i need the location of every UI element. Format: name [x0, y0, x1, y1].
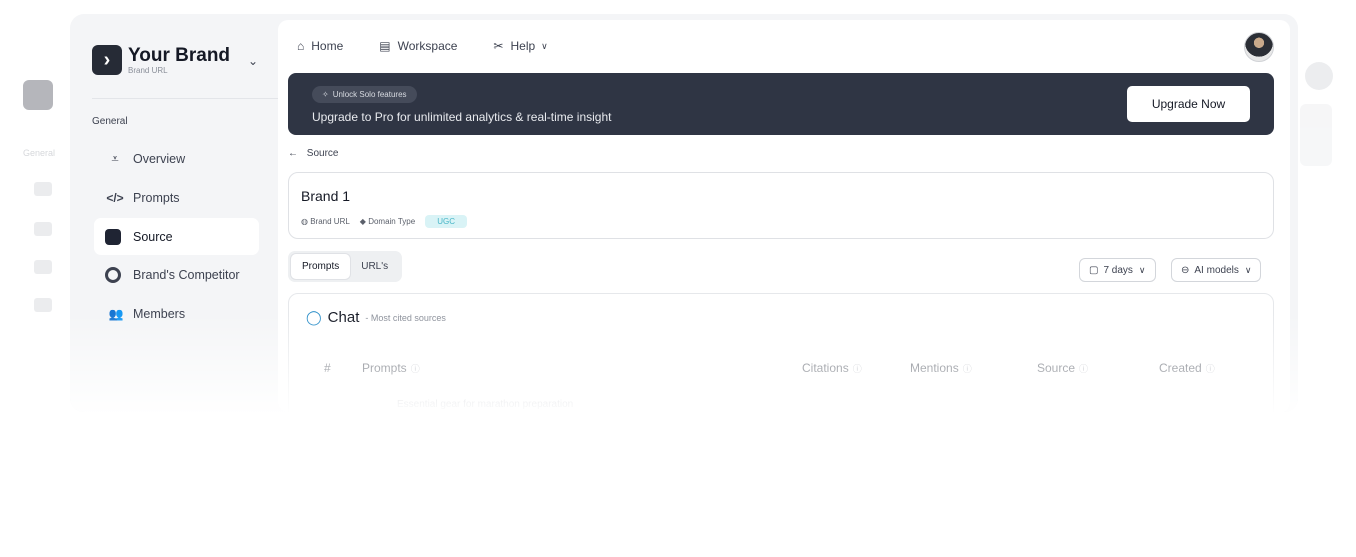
nav-help-menu[interactable]: ✂ Help ∨ — [493, 39, 547, 53]
sidebar-section-label: General — [92, 116, 128, 127]
view-tabs: Prompts URL's — [288, 251, 403, 282]
ghost-logo-icon — [23, 80, 53, 110]
ai-models-filter-label: AI models — [1194, 264, 1239, 276]
info-icon: ⓘ — [410, 364, 420, 374]
sidebar-item-overview[interactable]: ⩡ Overview — [94, 140, 259, 177]
chat-subtitle: - Most cited sources — [365, 312, 446, 323]
chat-header: ◯ Chat - Most cited sources — [306, 309, 446, 326]
nav-help-label: Help — [510, 39, 536, 53]
tag-icon: ◆ — [359, 217, 366, 226]
nav-workspace-label: Workspace — [397, 39, 458, 53]
breadcrumb-label: Source — [306, 148, 339, 159]
column-header-index: # — [324, 361, 331, 375]
column-header-created-label: Created — [1159, 361, 1202, 375]
sidebar: › Your Brand Brand URL ⌄ General ⩡ Overv… — [70, 14, 278, 412]
globe-icon: ◍ — [301, 217, 308, 226]
info-icon: ⓘ — [962, 364, 972, 374]
column-header-source[interactable]: Source ⓘ — [1037, 361, 1088, 375]
chat-bubble-icon: ◯ — [306, 309, 322, 325]
brand-text: Your Brand Brand URL — [128, 44, 231, 75]
chevron-down-icon: ∨ — [1138, 264, 1146, 275]
sidebar-item-label: Members — [133, 306, 186, 321]
column-header-created[interactable]: Created ⓘ — [1159, 361, 1215, 375]
column-header-mentions[interactable]: Mentions ⓘ — [910, 361, 972, 375]
chat-title: Chat — [327, 309, 360, 326]
tab-prompts[interactable]: Prompts — [291, 254, 351, 279]
column-header-prompts-label: Prompts — [362, 361, 407, 375]
top-nav: ⌂ Home ▤ Workspace ✂ Help ∨ — [297, 39, 584, 53]
brand-card-name: Brand 1 — [301, 188, 351, 204]
column-header-mentions-label: Mentions — [910, 361, 959, 375]
ghost-chart-icon — [34, 182, 52, 196]
sidebar-item-label: Brand's Competitor — [133, 267, 240, 282]
ghost-competitor-icon — [34, 298, 52, 312]
brand-name: Your Brand — [128, 44, 231, 66]
info-icon: ⓘ — [1205, 364, 1215, 374]
days-filter-dropdown[interactable]: ▢ 7 days ∨ — [1079, 258, 1156, 282]
ai-model-icon: ⊖ — [1181, 264, 1190, 276]
ghost-card — [1300, 104, 1332, 166]
brand-card-meta: ◍ Brand URL ◆ Domain Type UGC — [301, 215, 467, 228]
ghost-database-icon — [34, 260, 52, 274]
info-icon: ⓘ — [1079, 364, 1089, 374]
upgrade-now-button[interactable]: Upgrade Now — [1127, 86, 1250, 122]
sidebar-item-prompts[interactable]: </> Prompts — [94, 179, 259, 216]
breadcrumb[interactable]: ← Source — [288, 148, 338, 159]
table-row[interactable]: Essential gear for marathon preparation — [397, 399, 573, 410]
brand-url-label: Brand URL — [310, 217, 350, 226]
nav-home-link[interactable]: ⌂ Home — [297, 39, 343, 53]
domain-type-label: Domain Type — [368, 217, 416, 226]
sidebar-item-source[interactable]: Source — [94, 218, 259, 255]
sparkle-icon: ✧ — [322, 90, 329, 99]
sidebar-divider — [92, 98, 278, 99]
sidebar-item-label: Source — [133, 229, 173, 244]
nav-workspace-link[interactable]: ▤ Workspace — [379, 39, 457, 53]
ai-models-filter-dropdown[interactable]: ⊖ AI models ∨ — [1171, 258, 1262, 282]
nav-home-label: Home — [311, 39, 344, 53]
brand-url-meta: ◍ Brand URL — [301, 217, 350, 226]
sidebar-item-competitor[interactable]: Brand's Competitor — [94, 256, 259, 293]
upgrade-banner: ✧ Unlock Solo features Upgrade to Pro fo… — [288, 73, 1274, 135]
chevron-down-icon: ∨ — [541, 40, 548, 51]
main-panel: ⌂ Home ▤ Workspace ✂ Help ∨ ✧ Unlock Sol… — [278, 20, 1290, 412]
home-icon: ⌂ — [297, 39, 305, 53]
unlock-pill: ✧ Unlock Solo features — [312, 86, 417, 103]
workspace-icon: ▤ — [379, 39, 391, 53]
app-window: › Your Brand Brand URL ⌄ General ⩡ Overv… — [70, 14, 1298, 412]
help-icon: ✂ — [493, 39, 504, 53]
brand-switcher[interactable]: › Your Brand Brand URL — [92, 45, 230, 75]
calendar-icon: ▢ — [1089, 264, 1099, 276]
sidebar-item-members[interactable]: 👥 Members — [94, 295, 259, 332]
competitor-icon — [105, 266, 121, 283]
sidebar-item-label: Overview — [133, 151, 186, 166]
code-icon: </> — [106, 190, 124, 205]
tab-urls[interactable]: URL's — [350, 254, 399, 279]
status-badge: UGC — [425, 215, 467, 228]
avatar[interactable] — [1244, 32, 1274, 62]
ghost-avatar — [1305, 62, 1333, 90]
chart-line-icon: ⩡ — [111, 150, 119, 166]
database-icon — [105, 228, 121, 245]
column-header-prompts[interactable]: Prompts ⓘ — [362, 361, 420, 375]
unlock-pill-label: Unlock Solo features — [332, 90, 407, 99]
brand-card: Brand 1 ◍ Brand URL ◆ Domain Type UGC — [288, 172, 1274, 239]
chat-card: ◯ Chat - Most cited sources # Prompts ⓘ C… — [288, 293, 1274, 412]
column-header-citations[interactable]: Citations ⓘ — [802, 361, 862, 375]
days-filter-label: 7 days — [1103, 264, 1133, 276]
domain-type-meta: ◆ Domain Type — [360, 217, 415, 226]
chevron-down-icon: ∨ — [1244, 264, 1252, 275]
info-icon: ⓘ — [852, 364, 862, 374]
chevron-down-icon[interactable]: ⌄ — [248, 54, 258, 68]
column-header-citations-label: Citations — [802, 361, 849, 375]
ghost-code-icon — [34, 222, 52, 236]
ghost-section-label: General — [23, 148, 56, 158]
column-header-source-label: Source — [1037, 361, 1076, 375]
sidebar-item-label: Prompts — [133, 190, 180, 205]
banner-text: Upgrade to Pro for unlimited analytics &… — [312, 110, 612, 124]
members-icon: 👥 — [108, 306, 124, 321]
back-arrow-icon: ← — [288, 148, 298, 159]
brand-logo-icon: › — [92, 45, 122, 75]
brand-url: Brand URL — [128, 65, 168, 75]
